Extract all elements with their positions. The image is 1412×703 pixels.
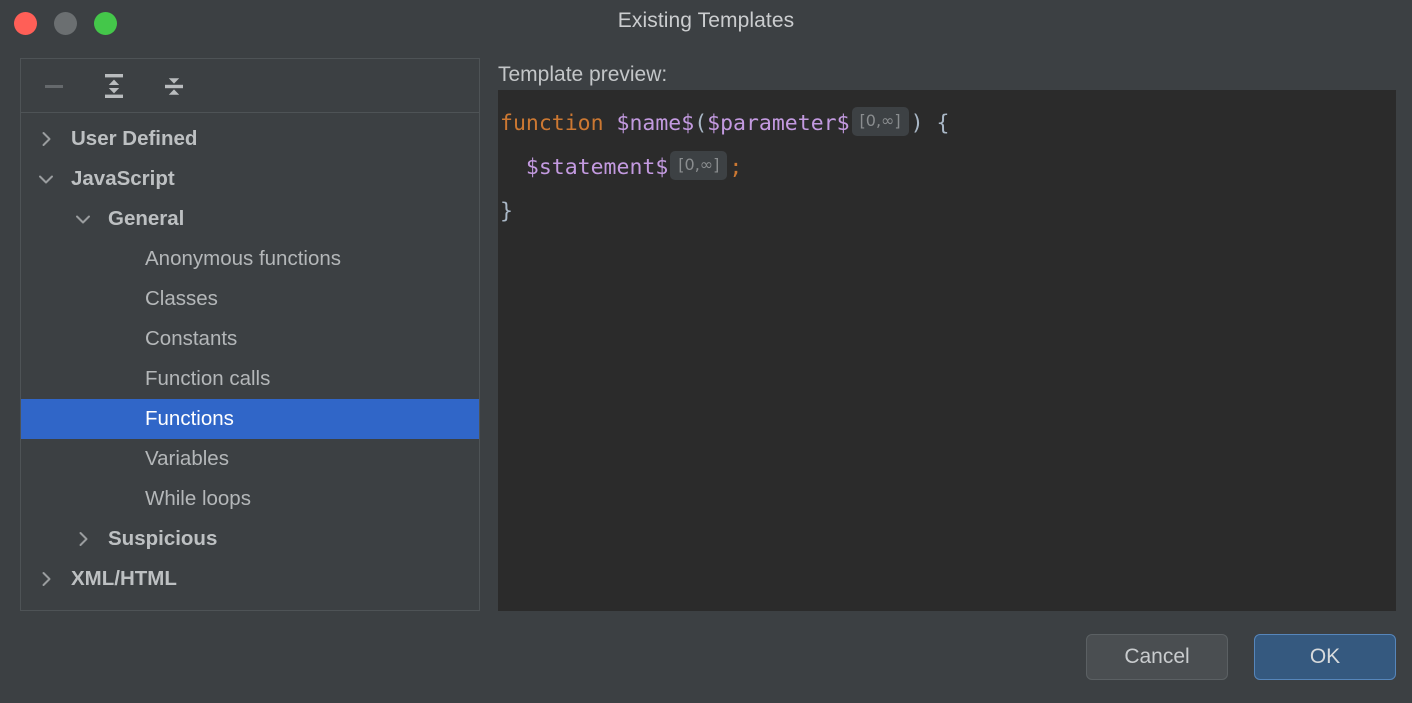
code-punctuation: ( <box>694 111 707 136</box>
collapse-all-icon[interactable] <box>155 67 193 105</box>
tree-twisty-placeholder <box>109 328 131 350</box>
expand-all-icon[interactable] <box>95 67 133 105</box>
count-filter-badge: [0,∞] <box>852 107 909 136</box>
code-punctuation: ) <box>911 111 924 136</box>
tree-item-label: Anonymous functions <box>145 247 341 271</box>
code-whitespace <box>604 111 617 136</box>
tree-twisty-placeholder <box>109 368 131 390</box>
tree-item-label: Function calls <box>145 367 270 391</box>
tree-twisty-placeholder <box>109 408 131 430</box>
code-line: } <box>498 190 1396 234</box>
ok-button[interactable]: OK <box>1254 634 1396 680</box>
tree-item-function-calls[interactable]: Function calls <box>21 359 479 399</box>
tree-item-label: XML/HTML <box>71 567 177 591</box>
tree-item-label: JavaScript <box>71 167 175 191</box>
tree-item-classes[interactable]: Classes <box>21 279 479 319</box>
window-title: Existing Templates <box>0 9 1412 33</box>
tree-item-general[interactable]: General <box>21 199 479 239</box>
template-preview-label: Template preview: <box>498 63 667 87</box>
tree-item-label: Constants <box>145 327 237 351</box>
code-whitespace <box>500 155 526 180</box>
tree-item-label: Suspicious <box>108 527 217 551</box>
tree-item-functions[interactable]: Functions <box>21 399 479 439</box>
tree-item-while-loops[interactable]: While loops <box>21 479 479 519</box>
code-punctuation: } <box>500 199 513 224</box>
tree-item-anonymous-functions[interactable]: Anonymous functions <box>21 239 479 279</box>
template-preview-code[interactable]: function $name$($parameter$[0,∞]) { $sta… <box>498 90 1396 611</box>
chevron-right-icon[interactable] <box>72 528 94 550</box>
tree-item-label: Functions <box>145 407 234 431</box>
tree-twisty-placeholder <box>109 288 131 310</box>
tree-item-user-defined[interactable]: User Defined <box>21 119 479 159</box>
tree-item-xml-html[interactable]: XML/HTML <box>21 559 479 599</box>
templates-tree-panel: User Defined JavaScript General Anonymous f… <box>20 58 480 611</box>
tree-item-label: Variables <box>145 447 229 471</box>
tree-item-constants[interactable]: Constants <box>21 319 479 359</box>
chevron-down-icon[interactable] <box>72 208 94 230</box>
dialog-window: Existing Templates <box>0 0 1412 703</box>
templates-tree[interactable]: User Defined JavaScript General Anonymous f… <box>21 113 479 610</box>
code-variable: $name$ <box>617 111 695 136</box>
code-variable: $statement$ <box>526 155 668 180</box>
count-filter-badge: [0,∞] <box>670 151 727 180</box>
tree-item-suspicious[interactable]: Suspicious <box>21 519 479 559</box>
tree-item-label: While loops <box>145 487 251 511</box>
cancel-button[interactable]: Cancel <box>1086 634 1228 680</box>
code-variable: $parameter$ <box>707 111 849 136</box>
title-bar: Existing Templates <box>0 0 1412 46</box>
tree-item-variables[interactable]: Variables <box>21 439 479 479</box>
chevron-right-icon[interactable] <box>35 568 57 590</box>
tree-item-javascript[interactable]: JavaScript <box>21 159 479 199</box>
tree-item-label: Classes <box>145 287 218 311</box>
chevron-down-icon[interactable] <box>35 168 57 190</box>
tree-toolbar <box>21 59 479 113</box>
remove-icon[interactable] <box>35 67 73 105</box>
tree-item-label: User Defined <box>71 127 197 151</box>
dialog-buttons: Cancel OK <box>1086 634 1396 680</box>
tree-twisty-placeholder <box>109 448 131 470</box>
code-semicolon: ; <box>729 155 742 180</box>
code-punctuation: { <box>937 111 950 136</box>
code-line: function $name$($parameter$[0,∞]) { <box>498 102 1396 146</box>
chevron-right-icon[interactable] <box>35 128 57 150</box>
code-line: $statement$[0,∞]; <box>498 146 1396 190</box>
code-whitespace <box>924 111 937 136</box>
tree-twisty-placeholder <box>109 488 131 510</box>
tree-item-label: General <box>108 207 184 231</box>
tree-twisty-placeholder <box>109 248 131 270</box>
code-keyword: function <box>500 111 604 136</box>
